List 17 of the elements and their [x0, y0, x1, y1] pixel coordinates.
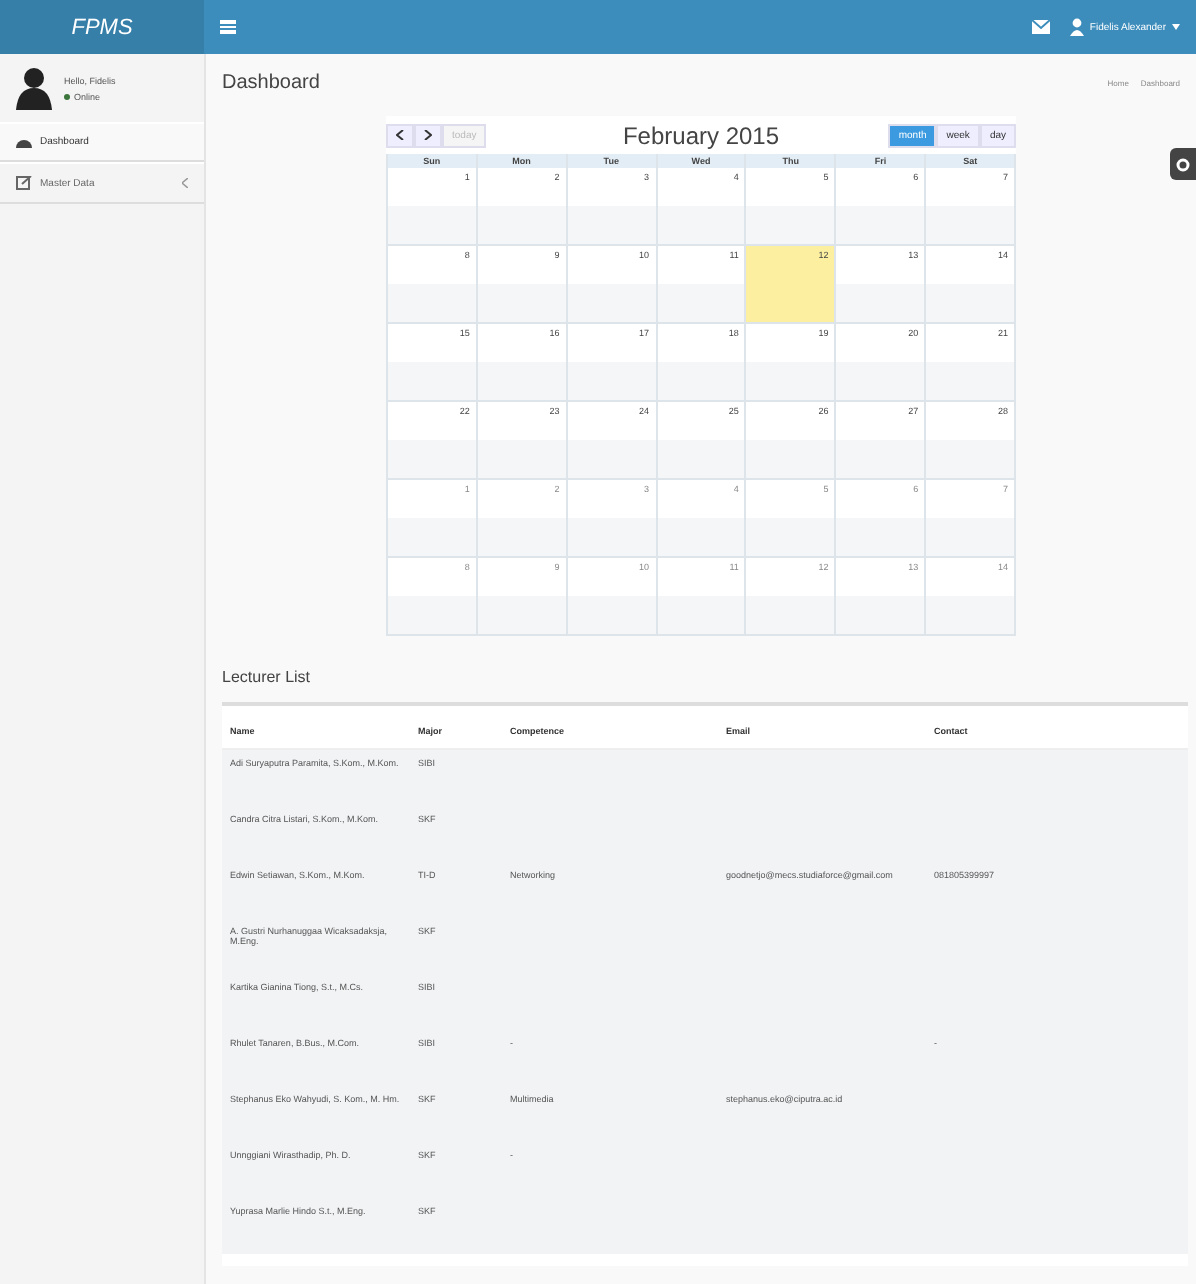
envelope-icon[interactable]: [1031, 20, 1050, 34]
edit-icon: [16, 176, 32, 190]
chevron-right-icon: [424, 129, 432, 139]
user-icon: [1069, 18, 1084, 36]
chevron-left-icon: [396, 129, 404, 139]
page-title: Dashboard: [222, 71, 322, 93]
settings-icon: [1176, 157, 1190, 171]
next-button[interactable]: [414, 123, 442, 147]
user-avatar-icon: [16, 66, 52, 110]
calendar-title: February 2015: [620, 121, 782, 149]
previous-button[interactable]: [386, 123, 414, 147]
section-title: Lecturer List: [222, 668, 313, 686]
dashboard-icon: [16, 137, 32, 147]
settings-button[interactable]: [1170, 148, 1196, 180]
app-logo[interactable]: FPMS: [0, 0, 204, 54]
menu-icon[interactable]: [220, 20, 236, 34]
caret-icon: [1172, 24, 1180, 30]
